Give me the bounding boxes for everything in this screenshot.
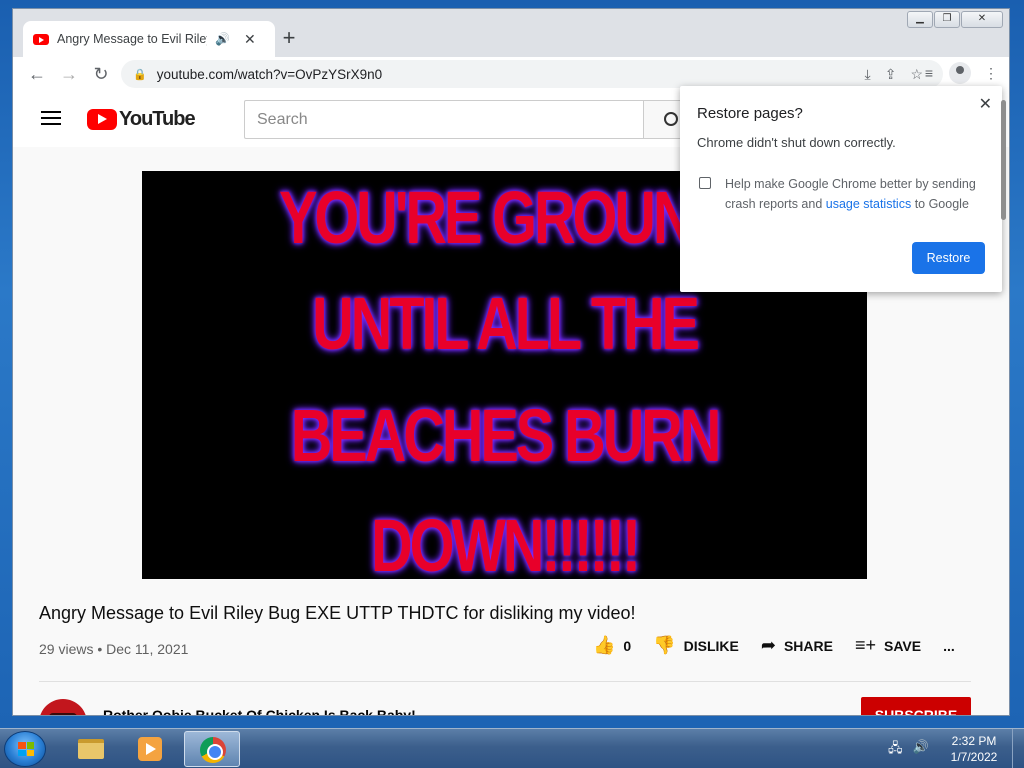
lock-icon[interactable]: 🔒 [133, 68, 147, 81]
volume-icon[interactable]: 🔊 [913, 739, 929, 761]
network-icon[interactable]: 🖧 [888, 739, 903, 761]
video-meta: 29 views • Dec 11, 2021 [39, 641, 189, 657]
profile-icon[interactable] [949, 62, 971, 84]
windows-logo-icon [18, 742, 34, 756]
clock-time: 2:32 PM [951, 734, 997, 748]
save-label: SAVE [884, 637, 922, 654]
like-count: 0 [623, 637, 632, 654]
thumbs-down-icon: 👎 [653, 635, 676, 655]
usage-statistics-link[interactable]: usage statistics [826, 197, 911, 211]
checkbox-label: Help make Google Chrome better by sendin… [725, 177, 976, 211]
video-line-3: BEACHES BURN [290, 394, 722, 477]
taskbar-explorer[interactable] [62, 731, 118, 767]
search-input[interactable]: Search [244, 100, 644, 139]
page-scrollbar[interactable] [1001, 100, 1006, 220]
more-actions-button[interactable]: ... [943, 638, 955, 654]
clock-date: 1/7/2022 [950, 750, 998, 764]
browser-tab[interactable]: Angry Message to Evil Riley Bug EXE UTTP… [23, 21, 275, 57]
share-icon[interactable]: ⇪ [885, 66, 897, 83]
new-tab-button[interactable]: + [275, 25, 303, 53]
taskbar-chrome[interactable] [184, 731, 240, 767]
tab-title: Angry Message to Evil Riley Bug EXE UTTP… [57, 32, 207, 46]
youtube-play-icon [87, 109, 117, 130]
taskbar: 🖧 🔊 2:32 PM 1/7/2022 [0, 728, 1024, 768]
address-bar[interactable]: 🔒 youtube.com/watch?v=OvPzYSrX9n0 ⤓ ⇪ ☆ [121, 60, 943, 88]
media-control-icon[interactable]: ≡ [917, 61, 941, 85]
tab-close-icon[interactable]: ✕ [244, 31, 256, 48]
save-button[interactable]: ≡+ SAVE [855, 635, 921, 656]
video-line-4: DOWN!!!!!! [371, 504, 641, 579]
toolbar-right: ≡ ⋮ [917, 61, 1003, 85]
search-icon [664, 112, 678, 126]
crash-report-checkbox[interactable] [699, 177, 711, 189]
video-line-2: UNTIL ALL THE [312, 282, 700, 365]
minimize-button[interactable]: ▁ [907, 11, 933, 28]
video-actions: 👍 0 👎 DISLIKE ➦ SHARE ≡+ SAVE ... [593, 635, 977, 656]
show-desktop-button[interactable] [1012, 729, 1024, 768]
channel-avatar[interactable] [39, 699, 87, 715]
taskbar-media-player[interactable] [122, 731, 178, 767]
subscribe-button[interactable]: SUBSCRIBE [861, 697, 971, 715]
speaker-icon[interactable]: 🔊 [215, 32, 230, 46]
share-label: SHARE [783, 637, 833, 654]
restore-button[interactable]: Restore [912, 242, 985, 274]
dialog-close-icon[interactable]: ✕ [979, 94, 992, 114]
dialog-title: Restore pages? [697, 105, 803, 122]
like-button[interactable]: 👍 0 [593, 635, 631, 656]
share-arrow-icon: ➦ [760, 635, 776, 655]
youtube-favicon-icon [33, 33, 49, 45]
reload-button[interactable]: ↻ [85, 64, 117, 85]
thumbs-up-icon: 👍 [593, 635, 616, 655]
tab-strip: Angry Message to Evil Riley Bug EXE UTTP… [13, 9, 1009, 57]
maximize-button[interactable]: ❐ [934, 11, 960, 28]
share-button[interactable]: ➦ SHARE [761, 635, 833, 656]
media-player-icon [138, 737, 162, 761]
video-title: Angry Message to Evil Riley Bug EXE UTTP… [39, 603, 636, 623]
dislike-label: DISLIKE [683, 637, 739, 654]
dislike-button[interactable]: 👎 DISLIKE [653, 635, 739, 656]
dialog-message: Chrome didn't shut down correctly. [697, 135, 896, 150]
menu-kebab-icon[interactable]: ⋮ [979, 61, 1003, 85]
hamburger-menu-icon[interactable] [41, 111, 61, 125]
window-controls: ▁ ❐ ✕ [907, 11, 1003, 28]
restore-pages-dialog: Restore pages? ✕ Chrome didn't shut down… [680, 86, 1002, 292]
more-label: ... [943, 637, 955, 654]
playlist-add-icon: ≡+ [854, 635, 876, 655]
chrome-icon [200, 737, 226, 763]
omnibox-icons: ⤓ ⇪ ☆ [865, 66, 924, 83]
clock[interactable]: 2:32 PM 1/7/2022 [944, 733, 1004, 765]
start-button[interactable] [4, 731, 46, 767]
install-icon[interactable]: ⤓ [865, 66, 871, 83]
system-tray: 🖧 🔊 [888, 739, 929, 761]
divider [39, 681, 971, 682]
youtube-wordmark: YouTube [119, 108, 196, 130]
folder-icon [78, 739, 104, 759]
url-text[interactable]: youtube.com/watch?v=OvPzYSrX9n0 [157, 67, 383, 82]
forward-button[interactable]: → [53, 64, 85, 85]
window-close-button[interactable]: ✕ [961, 11, 1003, 28]
back-button[interactable]: ← [21, 64, 53, 85]
youtube-logo[interactable]: YouTube [87, 108, 196, 131]
channel-name[interactable]: Rother Oobie Bucket Of Chicken Is Back B… [103, 707, 416, 715]
